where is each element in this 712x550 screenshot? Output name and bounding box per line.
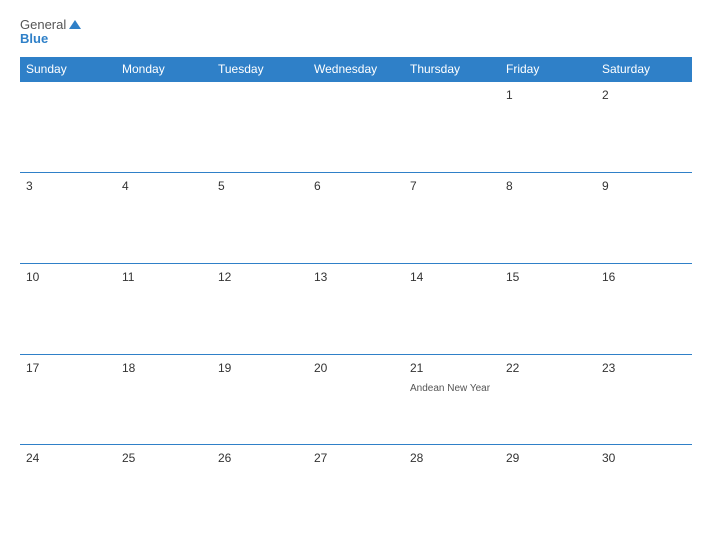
day-number: 22 <box>506 361 590 375</box>
day-number: 4 <box>122 179 206 193</box>
logo-triangle-icon <box>69 20 81 29</box>
day-number: 6 <box>314 179 398 193</box>
calendar-cell: 23 <box>596 354 692 445</box>
weekday-header-thursday: Thursday <box>404 57 500 82</box>
calendar-cell: 18 <box>116 354 212 445</box>
day-number: 8 <box>506 179 590 193</box>
calendar-cell <box>212 81 308 172</box>
calendar-cell: 4 <box>116 172 212 263</box>
calendar-cell: 7 <box>404 172 500 263</box>
day-number: 13 <box>314 270 398 284</box>
day-number: 1 <box>506 88 590 102</box>
day-number: 26 <box>218 451 302 465</box>
calendar-cell: 20 <box>308 354 404 445</box>
calendar-cell: 16 <box>596 263 692 354</box>
calendar-cell: 26 <box>212 445 308 536</box>
weekday-header-friday: Friday <box>500 57 596 82</box>
day-number: 7 <box>410 179 494 193</box>
weekday-header-tuesday: Tuesday <box>212 57 308 82</box>
day-number: 11 <box>122 270 206 284</box>
day-number: 16 <box>602 270 686 284</box>
day-number: 27 <box>314 451 398 465</box>
week-row-3: 10 11 12 13 14 15 16 <box>20 263 692 354</box>
calendar-table: SundayMondayTuesdayWednesdayThursdayFrid… <box>20 57 692 536</box>
calendar-cell: 11 <box>116 263 212 354</box>
week-row-4: 17 18 19 20 21 Andean New Year 22 23 <box>20 354 692 445</box>
day-number: 18 <box>122 361 206 375</box>
day-number: 14 <box>410 270 494 284</box>
day-number: 9 <box>602 179 686 193</box>
day-number: 28 <box>410 451 494 465</box>
day-number: 3 <box>26 179 110 193</box>
calendar-cell <box>20 81 116 172</box>
day-number: 2 <box>602 88 686 102</box>
week-row-5: 24 25 26 27 28 29 30 <box>20 445 692 536</box>
logo: General Blue <box>20 18 81 47</box>
logo-blue-text: Blue <box>20 32 81 46</box>
calendar-cell: 9 <box>596 172 692 263</box>
day-number: 29 <box>506 451 590 465</box>
calendar-cell: 30 <box>596 445 692 536</box>
day-number: 10 <box>26 270 110 284</box>
calendar-cell: 13 <box>308 263 404 354</box>
calendar-cell: 5 <box>212 172 308 263</box>
calendar-cell: 22 <box>500 354 596 445</box>
weekday-header-monday: Monday <box>116 57 212 82</box>
calendar-cell: 19 <box>212 354 308 445</box>
calendar-cell: 2 <box>596 81 692 172</box>
calendar-cell <box>116 81 212 172</box>
day-number: 12 <box>218 270 302 284</box>
weekday-header-saturday: Saturday <box>596 57 692 82</box>
logo-general-text: General <box>20 18 66 32</box>
day-number: 30 <box>602 451 686 465</box>
calendar-cell: 6 <box>308 172 404 263</box>
day-number: 5 <box>218 179 302 193</box>
calendar-cell: 8 <box>500 172 596 263</box>
event-label: Andean New Year <box>410 383 490 394</box>
week-row-1: 12 <box>20 81 692 172</box>
calendar-cell: 27 <box>308 445 404 536</box>
calendar-header: General Blue <box>20 18 692 47</box>
weekday-header-sunday: Sunday <box>20 57 116 82</box>
calendar-wrapper: General Blue SundayMondayTuesdayWednesda… <box>0 0 712 550</box>
calendar-cell: 15 <box>500 263 596 354</box>
week-row-2: 3456789 <box>20 172 692 263</box>
calendar-cell: 17 <box>20 354 116 445</box>
weekday-header-wednesday: Wednesday <box>308 57 404 82</box>
calendar-cell: 10 <box>20 263 116 354</box>
calendar-cell: 29 <box>500 445 596 536</box>
calendar-cell: 24 <box>20 445 116 536</box>
calendar-cell: 3 <box>20 172 116 263</box>
calendar-cell <box>308 81 404 172</box>
calendar-cell <box>404 81 500 172</box>
weekday-header-row: SundayMondayTuesdayWednesdayThursdayFrid… <box>20 57 692 82</box>
day-number: 25 <box>122 451 206 465</box>
day-number: 21 <box>410 361 494 375</box>
calendar-cell: 21 Andean New Year <box>404 354 500 445</box>
day-number: 23 <box>602 361 686 375</box>
calendar-cell: 28 <box>404 445 500 536</box>
day-number: 15 <box>506 270 590 284</box>
calendar-cell: 25 <box>116 445 212 536</box>
day-number: 20 <box>314 361 398 375</box>
calendar-cell: 14 <box>404 263 500 354</box>
day-number: 24 <box>26 451 110 465</box>
day-number: 19 <box>218 361 302 375</box>
day-number: 17 <box>26 361 110 375</box>
calendar-cell: 1 <box>500 81 596 172</box>
calendar-cell: 12 <box>212 263 308 354</box>
